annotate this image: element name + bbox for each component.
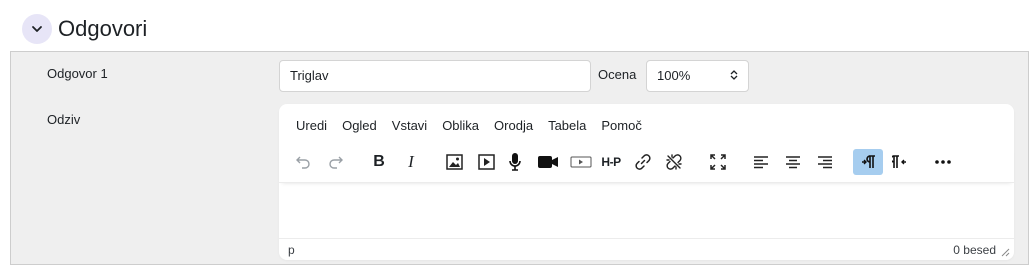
bold-button[interactable]: B [365, 149, 393, 175]
align-left-icon [754, 156, 768, 169]
more-icon [935, 160, 951, 164]
word-count[interactable]: 0 besed [953, 243, 996, 257]
grade-select-value: 100% [657, 68, 691, 83]
undo-icon [296, 156, 310, 169]
section-header: Odgovori [22, 12, 147, 46]
align-center-button[interactable] [779, 149, 807, 175]
align-right-button[interactable] [811, 149, 839, 175]
ltr-icon [862, 155, 875, 168]
unlink-button[interactable] [660, 149, 688, 175]
feedback-editor[interactable]: Uredi Ogled Vstavi Oblika Orodja Tabela … [279, 104, 1014, 260]
menu-tools[interactable]: Orodja [486, 116, 541, 135]
menu-insert[interactable]: Vstavi [384, 116, 435, 135]
microphone-icon [509, 153, 521, 171]
editor-menubar: Uredi Ogled Vstavi Oblika Orodja Tabela … [288, 116, 649, 135]
menu-format[interactable]: Oblika [434, 116, 487, 135]
h5p-icon: H-P [601, 155, 621, 169]
align-center-icon [786, 156, 800, 169]
element-path[interactable]: p [288, 243, 295, 257]
redo-icon [329, 156, 343, 169]
unlink-icon [666, 154, 682, 170]
align-left-button[interactable] [747, 149, 775, 175]
resize-handle-icon[interactable] [1001, 248, 1010, 257]
editor-toolbar: B I H-P [279, 144, 1014, 183]
editor-statusbar: p 0 besed [279, 238, 1014, 261]
ltr-button[interactable] [853, 149, 883, 175]
grade-select[interactable]: 100% [646, 60, 749, 92]
h5p-button[interactable]: H-P [597, 149, 625, 175]
rtl-icon [892, 155, 906, 168]
fullscreen-button[interactable] [704, 149, 732, 175]
record-audio-button[interactable] [501, 149, 529, 175]
answer-input[interactable]: Triglav [279, 60, 591, 92]
video-button[interactable] [567, 149, 595, 175]
italic-button[interactable]: I [397, 149, 425, 175]
media-icon [477, 154, 495, 170]
video-file-icon [570, 156, 592, 168]
media-button[interactable] [472, 149, 500, 175]
more-button[interactable] [929, 149, 957, 175]
image-icon [445, 154, 463, 170]
menu-table[interactable]: Tabela [540, 116, 594, 135]
menu-edit[interactable]: Uredi [288, 116, 335, 135]
menu-help[interactable]: Pomoč [593, 116, 649, 135]
answer-label: Odgovor 1 [47, 66, 108, 81]
answer-panel: Odgovor 1 Triglav Ocena 100% Odziv Uredi… [10, 51, 1029, 265]
align-right-icon [818, 156, 832, 169]
image-button[interactable] [440, 149, 468, 175]
undo-button[interactable] [289, 149, 317, 175]
record-video-button[interactable] [534, 149, 562, 175]
section-title: Odgovori [58, 16, 148, 41]
feedback-label: Odziv [47, 112, 81, 127]
grade-label: Ocena [598, 67, 637, 82]
link-button[interactable] [629, 149, 657, 175]
rtl-button[interactable] [886, 149, 914, 175]
chevron-down-icon [32, 26, 42, 32]
video-camera-icon [538, 156, 558, 168]
redo-button[interactable] [322, 149, 350, 175]
link-icon [635, 154, 651, 170]
select-arrows-icon [730, 70, 738, 80]
menu-view[interactable]: Ogled [334, 116, 385, 135]
fullscreen-icon [710, 154, 726, 170]
italic-icon: I [408, 152, 414, 171]
bold-icon: B [373, 153, 385, 170]
collapse-button[interactable] [22, 14, 52, 44]
